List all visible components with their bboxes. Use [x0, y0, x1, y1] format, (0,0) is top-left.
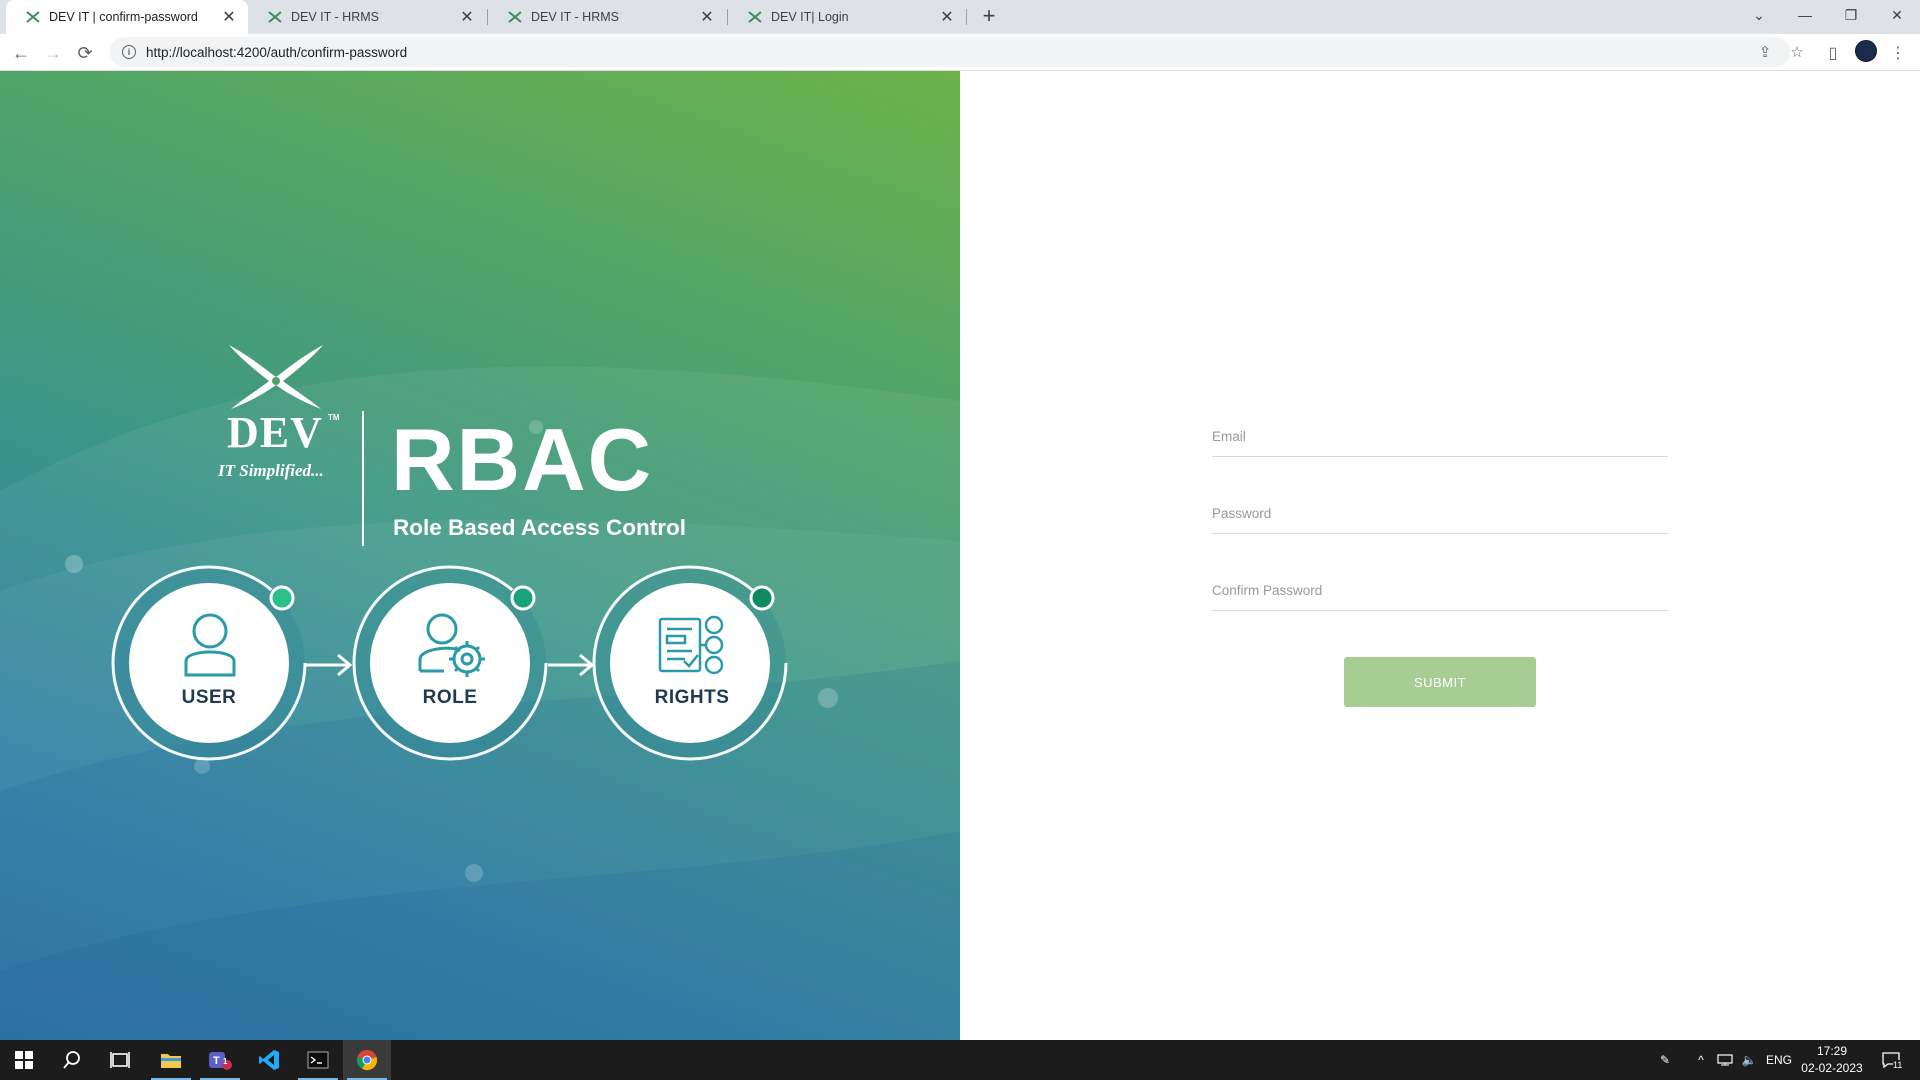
trademark-mark: TM	[328, 413, 340, 422]
email-field-wrapper	[1212, 413, 1668, 457]
node-label-user: USER	[181, 687, 237, 708]
submit-button[interactable]: SUBMIT	[1344, 657, 1536, 707]
clock-time: 17:29	[1816, 1044, 1848, 1058]
profile-avatar[interactable]	[1855, 40, 1877, 62]
confirm-password-input[interactable]	[1212, 567, 1668, 607]
windows-taskbar: T 1 ✎ ^ 🔈 ENG 17:29 02-02-2023 11	[0, 1040, 1920, 1080]
vscode-icon[interactable]	[245, 1040, 293, 1080]
chrome-icon[interactable]	[343, 1040, 391, 1080]
share-icon[interactable]: ⇪	[1752, 37, 1778, 67]
tab-title: DEV IT| Login	[771, 10, 849, 24]
pen-workspace-icon[interactable]: ✎	[1654, 1040, 1676, 1080]
windows-start-icon[interactable]	[0, 1040, 48, 1080]
background-waves	[0, 366, 960, 1040]
confirm-password-form: SUBMIT	[960, 71, 1920, 1040]
close-window-icon[interactable]: ✕	[1874, 0, 1920, 30]
dev-favicon-icon	[26, 11, 40, 23]
tab-search-chevron-icon[interactable]: ⌄	[1736, 0, 1782, 30]
tab-hrms-1[interactable]: DEV IT - HRMS ✕	[248, 0, 486, 34]
task-view-icon[interactable]	[96, 1040, 144, 1080]
teams-badge: 1	[223, 1057, 228, 1066]
brand-lockup: TM DEV IT Simplified... RBAC Role Based …	[215, 339, 695, 546]
close-tab-icon[interactable]: ✕	[458, 8, 476, 26]
clock-date: 02-02-2023	[1801, 1061, 1863, 1075]
browser-toolbar: ← → ⟳ i http://localhost:4200/auth/confi…	[0, 34, 1920, 71]
taskbar-clock[interactable]: 17:29 02-02-2023	[1798, 1043, 1866, 1077]
brand-divider	[362, 411, 364, 546]
file-explorer-icon[interactable]	[147, 1040, 195, 1080]
close-tab-icon[interactable]: ✕	[220, 8, 238, 26]
dev-favicon-icon	[508, 11, 522, 23]
new-tab-button[interactable]: +	[977, 5, 1001, 29]
tab-login[interactable]: DEV IT| Login ✕	[728, 0, 966, 34]
site-info-icon[interactable]: i	[122, 45, 136, 59]
tab-title: DEV IT - HRMS	[291, 10, 379, 24]
notification-center-icon[interactable]: 11	[1874, 1040, 1908, 1080]
close-tab-icon[interactable]: ✕	[698, 8, 716, 26]
email-input[interactable]	[1212, 413, 1668, 453]
teams-icon[interactable]: T 1	[196, 1040, 244, 1080]
dev-logo-icon	[229, 345, 323, 409]
tab-confirm-password[interactable]: DEV IT | confirm-password ✕	[6, 0, 248, 34]
back-arrow-icon[interactable]: ←	[8, 40, 34, 66]
show-hidden-icons-chevron-icon[interactable]: ^	[1690, 1040, 1712, 1080]
browser-menu-icon[interactable]: ⋮	[1885, 40, 1911, 66]
password-input[interactable]	[1212, 490, 1668, 530]
confirm-password-field-wrapper	[1212, 567, 1668, 611]
address-url[interactable]: http://localhost:4200/auth/confirm-passw…	[146, 45, 407, 60]
address-bar[interactable]: i http://localhost:4200/auth/confirm-pas…	[110, 37, 1804, 67]
restore-window-icon[interactable]: ❐	[1828, 0, 1874, 30]
tab-title: DEV IT | confirm-password	[49, 10, 198, 24]
brand-tagline: IT Simplified...	[218, 461, 324, 480]
minimize-icon[interactable]: —	[1782, 0, 1828, 30]
side-panel-icon[interactable]: ▯	[1820, 40, 1846, 66]
browser-tab-strip: DEV IT | confirm-password ✕ DEV IT - HRM…	[0, 0, 1920, 34]
dev-favicon-icon	[268, 11, 282, 23]
terminal-icon[interactable]	[294, 1040, 342, 1080]
brand-name: DEV	[227, 408, 323, 457]
search-icon[interactable]	[48, 1040, 96, 1080]
notification-count: 11	[1893, 1060, 1903, 1070]
input-language[interactable]: ENG	[1762, 1040, 1796, 1080]
close-tab-icon[interactable]: ✕	[938, 8, 956, 26]
reload-icon[interactable]: ⟳	[72, 40, 98, 66]
product-name: RBAC	[391, 410, 654, 509]
bookmark-star-icon[interactable]: ☆	[1784, 37, 1810, 67]
forward-arrow-icon[interactable]: →	[40, 40, 66, 66]
node-label-role: ROLE	[422, 687, 478, 708]
product-subtitle: Role Based Access Control	[393, 515, 687, 540]
password-field-wrapper	[1212, 490, 1668, 534]
volume-icon[interactable]: 🔈	[1738, 1040, 1760, 1080]
rbac-hero-panel: TM DEV IT Simplified... RBAC Role Based …	[0, 71, 960, 1040]
network-icon[interactable]	[1714, 1040, 1736, 1080]
dev-favicon-icon	[748, 11, 762, 23]
tab-title: DEV IT - HRMS	[531, 10, 619, 24]
tab-hrms-2[interactable]: DEV IT - HRMS ✕	[488, 0, 726, 34]
tab-separator	[966, 9, 967, 25]
node-label-rights: RIGHTS	[654, 687, 730, 708]
svg-text:T: T	[213, 1055, 220, 1067]
